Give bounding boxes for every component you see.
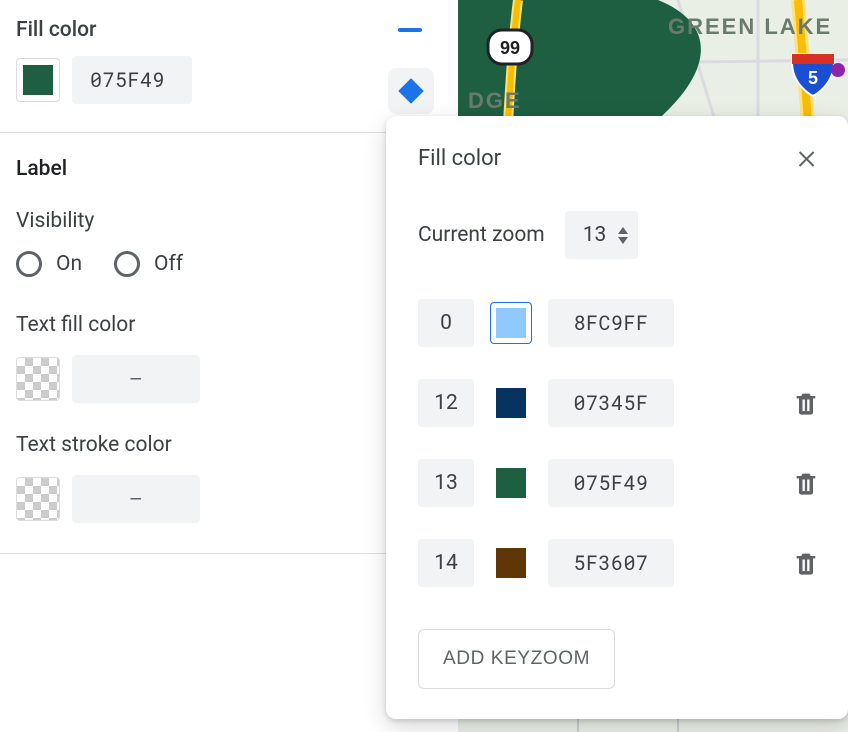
visibility-label: Visibility bbox=[16, 209, 432, 233]
current-zoom-value: 13 bbox=[583, 223, 607, 247]
keyzoom-row: 12 07345F bbox=[418, 379, 820, 427]
fill-color-hex-input[interactable]: 075F49 bbox=[72, 56, 192, 104]
shield-sr99: 99 bbox=[488, 30, 532, 64]
text-stroke-color-label: Text stroke color bbox=[16, 433, 432, 457]
stepper-arrows-icon bbox=[616, 225, 630, 246]
keyzoom-color-swatch[interactable] bbox=[490, 462, 532, 504]
keyzoom-zoom-value[interactable]: 0 bbox=[418, 299, 474, 347]
trash-icon[interactable] bbox=[792, 469, 820, 497]
keyzoom-row: 14 5F3607 bbox=[418, 539, 820, 587]
keyzoom-hex-input[interactable]: 075F49 bbox=[548, 459, 674, 507]
current-zoom-label: Current zoom bbox=[418, 223, 545, 247]
visibility-off-radio[interactable]: Off bbox=[114, 251, 183, 277]
radio-icon bbox=[16, 251, 42, 277]
text-fill-color-label: Text fill color bbox=[16, 313, 432, 337]
svg-text:99: 99 bbox=[500, 38, 520, 58]
popup-title: Fill color bbox=[418, 146, 501, 171]
text-stroke-color-input[interactable]: – bbox=[72, 475, 200, 523]
visibility-radio-group: On Off bbox=[16, 251, 432, 277]
style-sidebar: Fill color 075F49 Label Visibility On Of… bbox=[0, 0, 448, 732]
keyzoom-hex-input[interactable]: 5F3607 bbox=[548, 539, 674, 587]
text-fill-color-swatch[interactable] bbox=[16, 357, 60, 401]
fill-color-popup: Fill color Current zoom 13 0 8FC9FF 12 0734… bbox=[386, 116, 848, 719]
text-fill-color-input[interactable]: – bbox=[72, 355, 200, 403]
fill-color-header: Fill color bbox=[16, 18, 96, 42]
keyzoom-row: 0 8FC9FF bbox=[418, 299, 820, 347]
keyzoom-zoom-value[interactable]: 14 bbox=[418, 539, 474, 587]
visibility-off-label: Off bbox=[154, 252, 183, 276]
text-stroke-color-swatch[interactable] bbox=[16, 477, 60, 521]
map-label-green-lake: GREEN LAKE bbox=[668, 14, 832, 39]
keyzoom-hex-input[interactable]: 8FC9FF bbox=[548, 299, 674, 347]
keyzoom-color-swatch[interactable] bbox=[490, 542, 532, 584]
keyzoom-color-swatch[interactable] bbox=[490, 302, 532, 344]
diamond-icon bbox=[398, 78, 423, 103]
keyzoom-color-swatch[interactable] bbox=[490, 382, 532, 424]
keyzoom-row: 13 075F49 bbox=[418, 459, 820, 507]
close-icon[interactable] bbox=[796, 147, 820, 171]
keyzoom-zoom-value[interactable]: 12 bbox=[418, 379, 474, 427]
visibility-on-label: On bbox=[56, 252, 82, 276]
keyzoom-zoom-value[interactable]: 13 bbox=[418, 459, 474, 507]
radio-icon bbox=[114, 251, 140, 277]
map-label-dge: DGE bbox=[468, 88, 522, 113]
add-keyzoom-button[interactable]: ADD KEYZOOM bbox=[418, 629, 615, 689]
trash-icon[interactable] bbox=[792, 549, 820, 577]
current-zoom-stepper[interactable]: 13 bbox=[565, 211, 639, 259]
trash-icon[interactable] bbox=[792, 389, 820, 417]
label-header: Label bbox=[16, 157, 432, 181]
keyzoom-hex-input[interactable]: 07345F bbox=[548, 379, 674, 427]
keyzoom-toggle-button[interactable] bbox=[388, 68, 434, 114]
collapse-section-icon[interactable] bbox=[398, 28, 422, 32]
svg-text:5: 5 bbox=[808, 68, 818, 88]
visibility-on-radio[interactable]: On bbox=[16, 251, 82, 277]
fill-color-swatch[interactable] bbox=[16, 58, 60, 102]
